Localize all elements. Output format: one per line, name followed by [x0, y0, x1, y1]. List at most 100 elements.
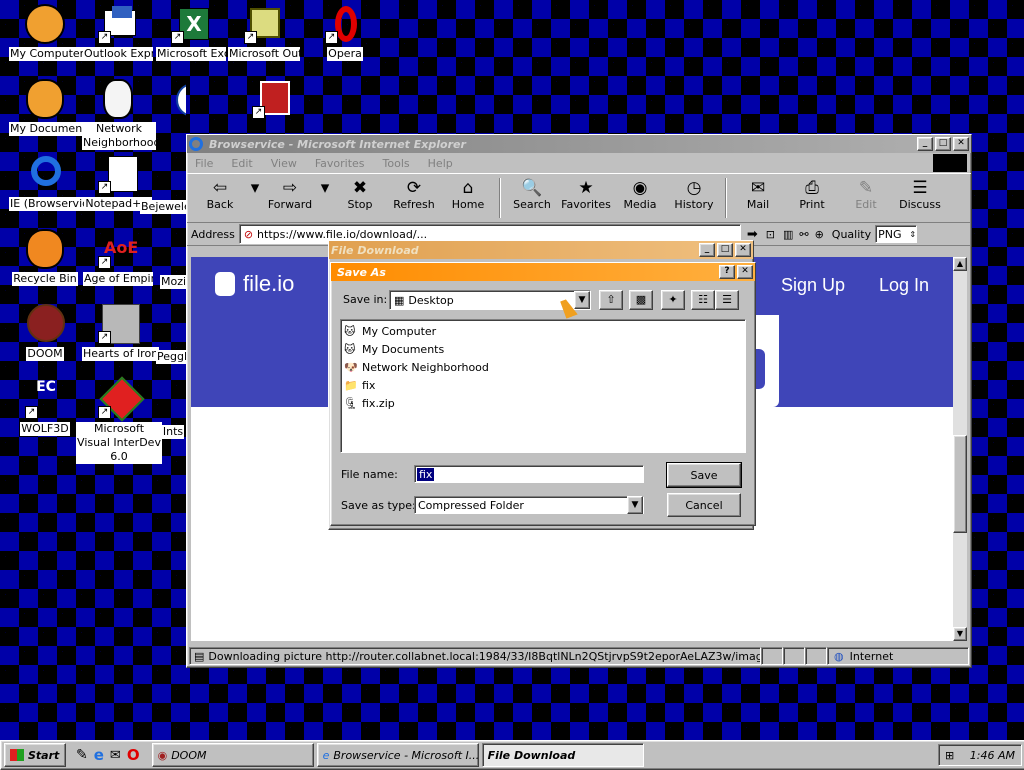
desktop-icon-doom[interactable]: DOOM [9, 304, 81, 361]
desktop-icon-network-neighborhood[interactable]: Network Neighborhood [82, 79, 160, 150]
new-folder-button[interactable]: ✦ [661, 290, 685, 310]
mail-button[interactable]: ✉ Mail [731, 174, 785, 211]
favorites-icon: ★ [578, 178, 594, 198]
menu-edit[interactable]: Edit [231, 157, 252, 170]
favorites-button[interactable]: ★ Favorites [559, 174, 613, 211]
menu-tools[interactable]: Tools [383, 157, 410, 170]
cancel-button[interactable]: Cancel [667, 493, 741, 517]
log-in-link[interactable]: Log In [879, 275, 929, 296]
desktop-icon-recycle-bin[interactable]: Recycle Bin [9, 229, 81, 286]
menu-favorites[interactable]: Favorites [315, 157, 365, 170]
refresh-button[interactable]: ⟳ Refresh [387, 174, 441, 211]
start-button[interactable]: Start [4, 743, 66, 767]
reader-icon[interactable]: ▥ [783, 228, 793, 241]
file-download-title-bar[interactable]: File Download _ □ ✕ [329, 241, 753, 259]
desktop-icon-outlook[interactable]: ↗ Microsoft Outlook [228, 4, 300, 64]
desktop-icon-visual-interdev[interactable]: ↗ Microsoft Visual InterDev 6.0 [76, 376, 162, 464]
list-item[interactable]: 🐱 My Computer [341, 322, 745, 340]
close-button[interactable]: ✕ [735, 243, 751, 257]
taskbar-item-browservice[interactable]: e Browservice - Microsoft I... [316, 743, 479, 767]
desktop-icon-peggle[interactable]: Peggle [156, 304, 186, 364]
network-tray-icon[interactable]: ⊞ [945, 749, 954, 762]
menu-file[interactable]: File [195, 157, 213, 170]
show-desktop-icon[interactable]: ✎ [76, 747, 88, 763]
dropdown-arrow-icon[interactable]: ▼ [574, 291, 590, 309]
menu-help[interactable]: Help [428, 157, 453, 170]
list-item[interactable]: 📁 fix [341, 376, 745, 394]
stop-button[interactable]: ✖ Stop [333, 174, 387, 211]
browser-title-bar[interactable]: Browservice - Microsoft Internet Explore… [187, 135, 971, 153]
list-view-button[interactable]: ☷ [691, 290, 715, 310]
desktop-icon-powerpoint[interactable]: ↗ [236, 79, 308, 119]
bookmark-icon[interactable]: ⊡ [766, 228, 775, 241]
forward-button[interactable]: ⇨ Forward [263, 174, 317, 211]
save-as-title-bar[interactable]: Save As ? ✕ [331, 263, 755, 281]
list-item[interactable]: 🐶 Network Neighborhood [341, 358, 745, 376]
details-view-button[interactable]: ☰ [715, 290, 739, 310]
close-button[interactable]: ✕ [737, 265, 753, 279]
close-button[interactable]: ✕ [953, 137, 969, 151]
zoom-icon[interactable]: ⊕ [815, 228, 824, 241]
back-dropdown-button[interactable]: ▾ [247, 174, 263, 198]
back-button[interactable]: ⇦ Back [193, 174, 247, 211]
find-icon[interactable]: ⚯ [799, 228, 808, 241]
dog-icon [98, 79, 138, 119]
save-as-type-select[interactable]: Compressed Folder ▼ [414, 496, 644, 514]
minimize-button[interactable]: _ [917, 137, 933, 151]
desktop-icon-my-documents[interactable]: My Documents [9, 79, 94, 136]
internet-explorer-icon[interactable]: e [94, 746, 104, 764]
desktop-icon-mozilla[interactable]: Mozilla [160, 229, 186, 289]
desktop-icon-label: DOOM [26, 347, 64, 361]
vertical-scrollbar[interactable]: ▲ ▼ [953, 257, 967, 641]
desktop-icon-hearts-of-iron[interactable]: ↗ Hearts of Iron [82, 304, 160, 361]
file-list[interactable]: 🐱 My Computer 🐱 My Documents 🐶 Network Neig… [340, 319, 746, 453]
scroll-up-button[interactable]: ▲ [953, 257, 967, 271]
history-button[interactable]: ◷ History [667, 174, 721, 211]
taskbar-item-file-download[interactable]: File Download [481, 743, 644, 767]
desktop-icon-outlook-express[interactable]: ↗ Outlook Express [82, 4, 154, 64]
desktop-icon-bejeweled[interactable]: Bejeweled [140, 154, 186, 214]
print-button[interactable]: ⎙ Print [785, 174, 839, 211]
desktop-icon-opera[interactable]: ↗ Opera [309, 4, 381, 61]
hearts-of-iron-icon: ↗ [98, 304, 140, 344]
quality-select[interactable]: PNG ⇕ [875, 225, 918, 243]
desktop-icon-ints[interactable]: Ints [160, 379, 186, 439]
doom-icon [25, 304, 65, 344]
media-button[interactable]: ◉ Media [613, 174, 667, 211]
save-in-select[interactable]: ▦ Desktop ▼ [389, 290, 591, 310]
opera-icon[interactable]: O [127, 746, 140, 764]
scroll-down-button[interactable]: ▼ [953, 627, 967, 641]
maximize-button[interactable]: □ [717, 243, 733, 257]
desktop-icon-frontpage[interactable] [156, 79, 186, 119]
status-bar: ▤ Downloading picture http://router.coll… [189, 647, 969, 665]
sign-up-link[interactable]: Sign Up [781, 275, 845, 296]
site-logo[interactable]: file.io [215, 271, 294, 297]
desktop-icon-my-computer[interactable]: My Computer [9, 4, 86, 61]
dropdown-arrow-icon[interactable]: ▼ [627, 496, 643, 514]
home-button[interactable]: ⌂ Home [441, 174, 495, 211]
scroll-thumb[interactable] [953, 435, 967, 533]
taskbar-item-doom[interactable]: ◉ DOOM [151, 743, 314, 767]
outlook-express-icon[interactable]: ✉ [110, 748, 121, 763]
search-button[interactable]: 🔍 Search [505, 174, 559, 211]
maximize-button[interactable]: □ [935, 137, 951, 151]
list-item[interactable]: 🐱 My Documents [341, 340, 745, 358]
desktop-icon-excel[interactable]: X↗ Microsoft Excel [155, 4, 227, 64]
help-button[interactable]: ? [719, 265, 735, 279]
desktop-icon-age-of-empires[interactable]: AoE↗ Age of Empires [82, 229, 154, 289]
save-button[interactable]: Save [666, 462, 742, 488]
forward-dropdown-button[interactable]: ▾ [317, 174, 333, 198]
desktop-shortcut-button[interactable]: ▩ [629, 290, 653, 310]
file-name-input[interactable]: fix [414, 465, 644, 483]
list-item[interactable]: 🗜 fix.zip [341, 394, 745, 412]
save-as-dialog[interactable]: Save As ? ✕ Save in: ▦ Desktop ▼ ⇧ ▩ ✦ ☷… [330, 262, 756, 526]
desktop-icon-wolf3d[interactable]: EC ↗ WOLF3D [9, 379, 81, 436]
up-one-level-button[interactable]: ⇧ [599, 290, 623, 310]
edit-button[interactable]: ✎ Edit [839, 174, 893, 211]
discuss-button[interactable]: ☰ Discuss [893, 174, 947, 211]
menu-view[interactable]: View [271, 157, 297, 170]
desktop-icon-ie-browservice[interactable]: IE (Browservice) [9, 154, 101, 211]
excel-icon: X ↗ [171, 4, 211, 44]
minimize-button[interactable]: _ [699, 243, 715, 257]
status-panel [805, 647, 827, 665]
